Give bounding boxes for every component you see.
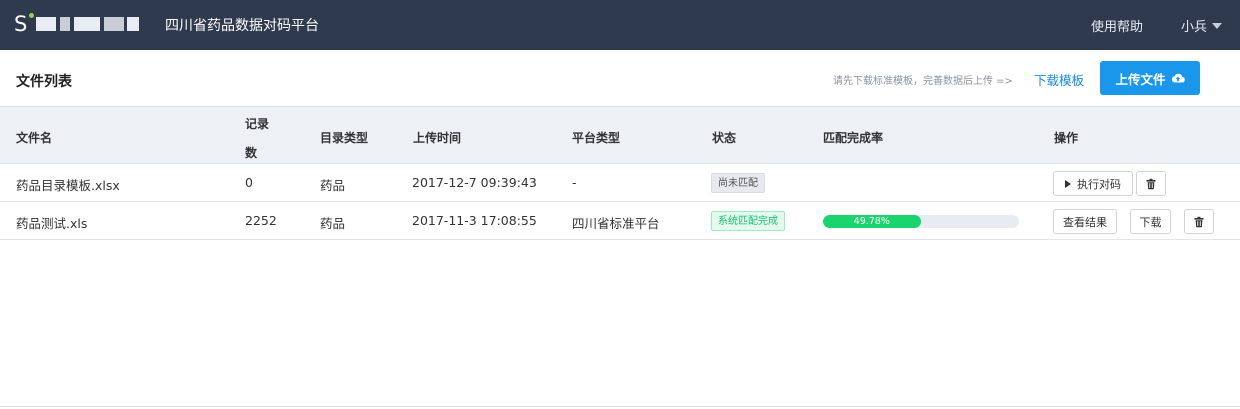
- record-count-cell: 2252: [245, 213, 277, 228]
- help-link[interactable]: 使用帮助: [1091, 16, 1143, 35]
- match-progress-bar: 49.78%: [823, 215, 1019, 228]
- play-icon: [1065, 179, 1071, 188]
- logo-dot: [29, 13, 34, 18]
- trash-icon: [1194, 216, 1204, 227]
- col-record-count-line2: 数: [245, 146, 258, 160]
- col-record-count-line1: 记录: [245, 117, 270, 131]
- col-status: 状态: [712, 131, 737, 145]
- upload-time-cell: 2017-11-3 17:08:55: [412, 213, 537, 228]
- table-header: 文件名 记录 数 目录类型 上传时间 平台类型 状态 匹配完成率 操作: [0, 106, 1240, 164]
- run-matching-button[interactable]: 执行对码: [1053, 171, 1133, 196]
- run-matching-label: 执行对码: [1077, 177, 1121, 191]
- page-title: 文件列表: [16, 74, 72, 90]
- cloud-upload-icon: [1171, 73, 1185, 83]
- upload-time-cell: 2017-12-7 09:39:43: [412, 175, 537, 190]
- app-title: 四川省药品数据对码平台: [165, 18, 319, 34]
- download-button[interactable]: 下载: [1130, 209, 1171, 234]
- delete-button[interactable]: [1136, 171, 1166, 196]
- catalog-type-cell: 药品: [320, 216, 346, 231]
- record-count-cell: 0: [245, 175, 253, 190]
- user-name: 小兵: [1181, 20, 1208, 35]
- match-progress-fill: 49.78%: [823, 215, 921, 228]
- file-name-cell: 药品目录模板.xlsx: [16, 178, 120, 193]
- platform-type-cell: 四川省标准平台: [572, 216, 660, 231]
- catalog-type-cell: 药品: [320, 178, 346, 193]
- page-bottom-border: [0, 406, 1240, 407]
- col-actions: 操作: [1054, 131, 1079, 145]
- user-menu[interactable]: 小兵: [1181, 16, 1223, 35]
- trash-icon: [1146, 178, 1156, 189]
- table-row: 药品测试.xls 2252 药品 2017-11-3 17:08:55 四川省标…: [0, 202, 1240, 240]
- download-label: 下载: [1139, 215, 1162, 229]
- col-catalog-type: 目录类型: [320, 131, 369, 145]
- logo-letter: S: [14, 12, 28, 36]
- logo-blurred-text: [60, 17, 70, 31]
- match-progress-label: 49.78%: [853, 216, 890, 227]
- caret-down-icon: [1212, 23, 1223, 29]
- view-results-button[interactable]: 查看结果: [1053, 209, 1117, 234]
- delete-button[interactable]: [1184, 209, 1214, 234]
- download-template-link[interactable]: 下载模板: [1034, 70, 1084, 89]
- status-badge: 系统匹配完成: [711, 211, 785, 231]
- upload-button-label: 上传文件: [1115, 71, 1166, 87]
- logo-blurred-text: [104, 17, 124, 31]
- logo[interactable]: S: [14, 10, 144, 38]
- col-upload-time: 上传时间: [413, 131, 462, 145]
- col-match-rate: 匹配完成率: [823, 131, 884, 145]
- col-platform-type: 平台类型: [572, 131, 621, 145]
- logo-blurred-text: [127, 17, 139, 31]
- file-name-cell: 药品测试.xls: [16, 216, 88, 231]
- table-row: 药品目录模板.xlsx 0 药品 2017-12-7 09:39:43 - 尚未…: [0, 164, 1240, 202]
- logo-blurred-text: [36, 17, 56, 31]
- status-badge: 尚未匹配: [711, 173, 765, 193]
- upload-file-button[interactable]: 上传文件: [1100, 61, 1200, 95]
- view-results-label: 查看结果: [1063, 215, 1107, 229]
- top-navbar: S 四川省药品数据对码平台 使用帮助 小兵: [0, 0, 1240, 50]
- upload-hint: 请先下载标准模板，完善数据后上传 =>: [833, 76, 1013, 87]
- logo-blurred-text: [74, 17, 100, 31]
- platform-type-cell: -: [572, 175, 577, 190]
- col-file-name: 文件名: [16, 131, 53, 145]
